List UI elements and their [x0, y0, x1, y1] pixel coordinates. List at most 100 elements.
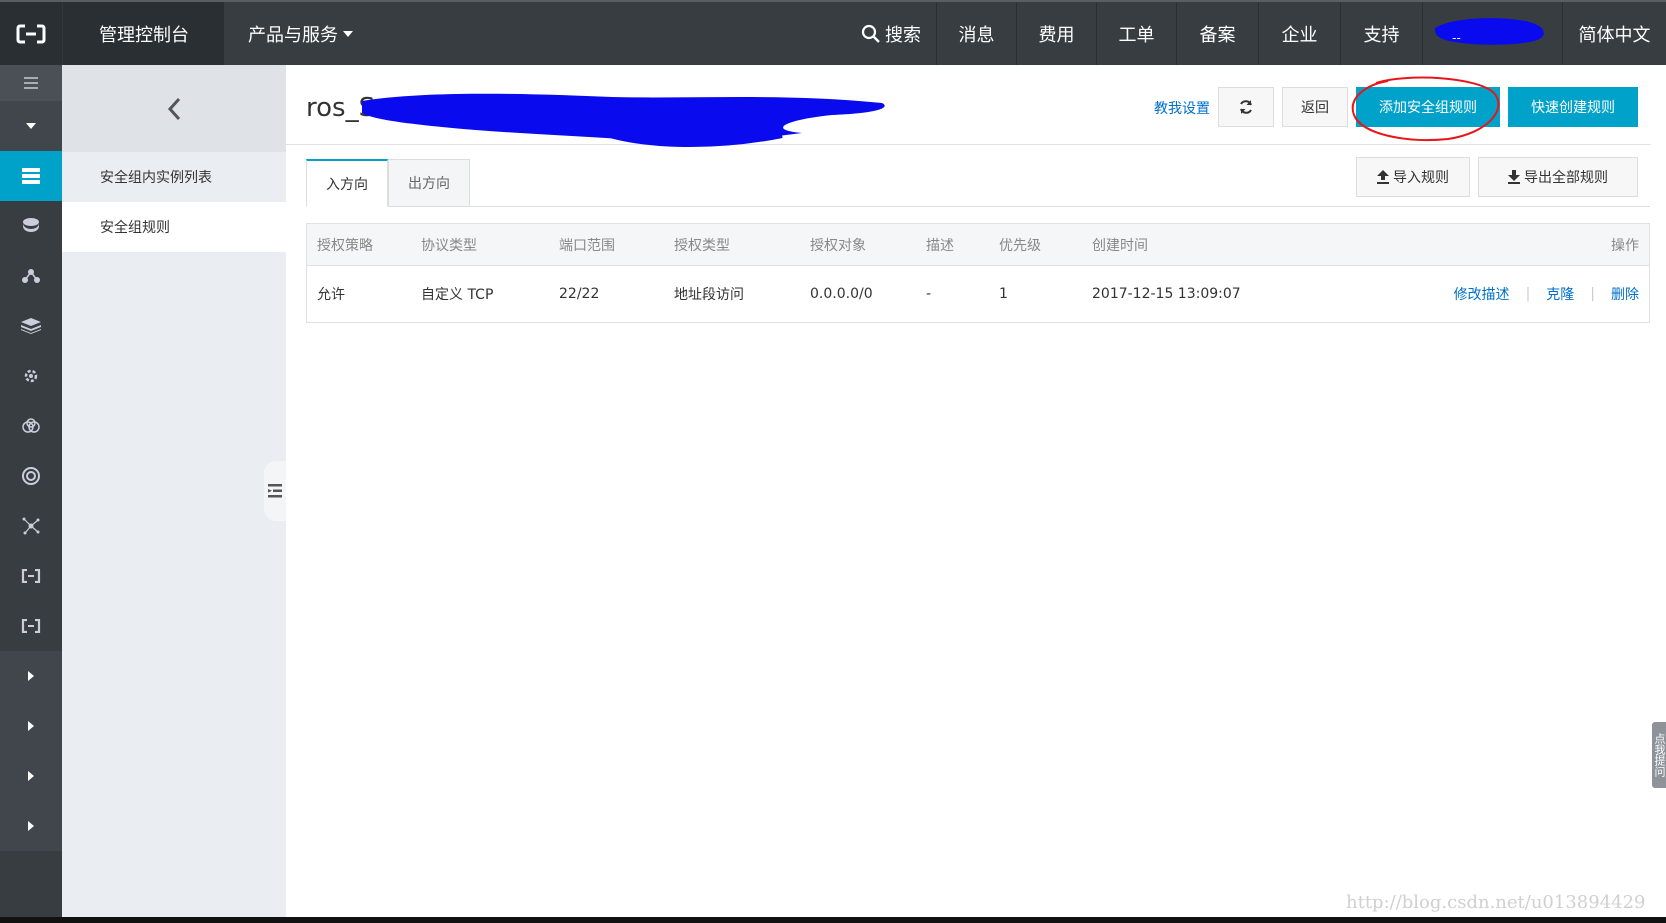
sidebar-item-instance-list[interactable]: 安全组内实例列表: [62, 152, 286, 202]
rail-item-analytics[interactable]: [0, 501, 62, 551]
tab-label: 出方向: [408, 176, 450, 192]
console-page: 管理控制台 产品与服务 搜索 消息 费用 工单 备案 企业 支持 -- 简体中文: [0, 0, 1666, 923]
edit-description-link[interactable]: 修改描述: [1454, 284, 1510, 304]
action-separator: |: [1525, 286, 1531, 302]
nav-enterprise[interactable]: 企业: [1258, 2, 1340, 65]
cluster-icon: [22, 269, 40, 283]
import-rules-button[interactable]: 导入规则: [1356, 157, 1470, 197]
nav-label: 费用: [1038, 24, 1075, 46]
rings-icon: [22, 418, 40, 433]
cell-auth-object: 0.0.0.0/0: [810, 286, 873, 302]
sidebar-back-button[interactable]: [62, 65, 286, 152]
language-label: 简体中文: [1578, 24, 1651, 46]
aliyun-bracket-icon: [21, 569, 41, 583]
table-row: 允许 自定义 TCP 22/22 地址段访问 0.0.0.0/0 - 1 201…: [307, 266, 1649, 322]
add-security-group-rule-button[interactable]: 添加安全组规则: [1356, 87, 1500, 127]
nav-tickets[interactable]: 工单: [1096, 2, 1176, 65]
search-button[interactable]: 搜索: [846, 2, 936, 65]
redaction-scribble: [362, 93, 885, 147]
sidebar-item-label: 安全组内实例列表: [100, 170, 212, 186]
nav-support[interactable]: 支持: [1340, 2, 1422, 65]
user-account-menu[interactable]: --: [1422, 2, 1562, 65]
add-rule-label: 添加安全组规则: [1379, 100, 1477, 116]
rail-item-aliyun-a[interactable]: [0, 551, 62, 601]
cell-port-range: 22/22: [559, 286, 600, 302]
title-row: ros_S 教我设置 返回 添加安全组规则 快速创建规则: [286, 65, 1651, 147]
rail-item-settings[interactable]: [0, 351, 62, 401]
rail-item-network[interactable]: [0, 251, 62, 301]
cell-created-time: 2017-12-15 13:09:07: [1092, 286, 1241, 302]
ask-question-tab[interactable]: 点我提问: [1652, 722, 1666, 788]
nav-label: 工单: [1118, 24, 1155, 46]
cell-actions: 修改描述 | 克隆 | 删除: [1429, 284, 1649, 304]
tab-inbound[interactable]: 入方向: [306, 159, 388, 207]
product-icon-rail: [0, 65, 62, 917]
cell-auth-type: 地址段访问: [674, 287, 744, 303]
cell-priority: 1: [999, 286, 1008, 302]
rail-item-storage[interactable]: [0, 301, 62, 351]
rail-expand-toggle[interactable]: [0, 101, 62, 151]
collapse-menu-icon: [268, 484, 282, 498]
rail-item-cdn[interactable]: [0, 401, 62, 451]
language-switch[interactable]: 简体中文: [1562, 2, 1666, 65]
delete-link[interactable]: 删除: [1611, 284, 1639, 304]
upload-icon: [1377, 170, 1389, 184]
column-header: 端口范围: [559, 237, 615, 254]
sidebar-item-rules[interactable]: 安全组规则: [62, 202, 286, 252]
hamburger-icon: [24, 77, 38, 89]
column-header: 授权策略: [317, 237, 373, 254]
tab-outbound[interactable]: 出方向: [388, 159, 470, 207]
aliyun-logo[interactable]: [0, 2, 62, 65]
nav-billing[interactable]: 费用: [1016, 2, 1096, 65]
back-button-label: 返回: [1301, 100, 1329, 116]
caret-down-icon: [343, 30, 353, 37]
caret-down-icon: [26, 123, 36, 129]
rail-group-toggle-1[interactable]: [0, 651, 62, 701]
column-header: 授权类型: [674, 237, 730, 254]
rail-group-toggle-4[interactable]: [0, 801, 62, 851]
rail-item-security[interactable]: [0, 451, 62, 501]
nav-messages[interactable]: 消息: [936, 2, 1016, 65]
nav-icp-filing[interactable]: 备案: [1176, 2, 1258, 65]
search-label: 搜索: [885, 24, 921, 46]
back-button[interactable]: 返回: [1282, 87, 1348, 127]
network-nodes-icon: [22, 517, 40, 535]
server-icon: [22, 168, 40, 184]
refresh-button[interactable]: [1218, 87, 1274, 127]
redaction-scribble: [1434, 18, 1544, 45]
products-services-menu[interactable]: 产品与服务: [224, 2, 354, 65]
cell-policy: 允许: [317, 287, 345, 303]
database-icon: [23, 218, 39, 232]
column-header: 创建时间: [1092, 237, 1148, 254]
sidebar-collapse-handle[interactable]: [264, 461, 286, 521]
column-header: 操作: [1611, 237, 1639, 254]
console-home-link[interactable]: 管理控制台: [62, 2, 224, 65]
quick-create-rule-button[interactable]: 快速创建规则: [1508, 87, 1638, 127]
rail-menu-toggle[interactable]: [0, 65, 62, 101]
rail-item-ecs[interactable]: [0, 151, 62, 201]
rail-item-aliyun-b[interactable]: [0, 601, 62, 651]
target-icon: [22, 467, 40, 485]
rail-group-toggle-2[interactable]: [0, 701, 62, 751]
export-label: 导出全部规则: [1524, 170, 1608, 186]
rail-group-toggle-3[interactable]: [0, 751, 62, 801]
tutorial-link[interactable]: 教我设置: [1154, 98, 1210, 118]
refresh-icon: [1240, 100, 1252, 114]
cell-description: -: [926, 286, 932, 302]
chevron-left-icon: [167, 97, 181, 120]
sidebar-item-label: 安全组规则: [100, 220, 170, 236]
bottom-edge-bar: [0, 917, 1666, 923]
download-icon: [1508, 170, 1520, 184]
clone-link[interactable]: 克隆: [1546, 284, 1574, 304]
quick-create-label: 快速创建规则: [1531, 100, 1615, 116]
export-all-rules-button[interactable]: 导出全部规则: [1478, 157, 1638, 197]
layers-icon: [21, 318, 41, 334]
cell-protocol: 自定义 TCP: [421, 287, 494, 303]
user-initial: --: [1452, 30, 1461, 45]
rail-item-database[interactable]: [0, 201, 62, 251]
nav-label: 消息: [958, 24, 995, 46]
tab-label: 入方向: [326, 176, 368, 193]
aliyun-logo-icon: [16, 24, 46, 43]
aliyun-bracket-icon: [21, 619, 41, 633]
table-header: 授权策略 协议类型 端口范围 授权类型 授权对象 描述 优先级 创建时间 操作: [307, 224, 1649, 266]
